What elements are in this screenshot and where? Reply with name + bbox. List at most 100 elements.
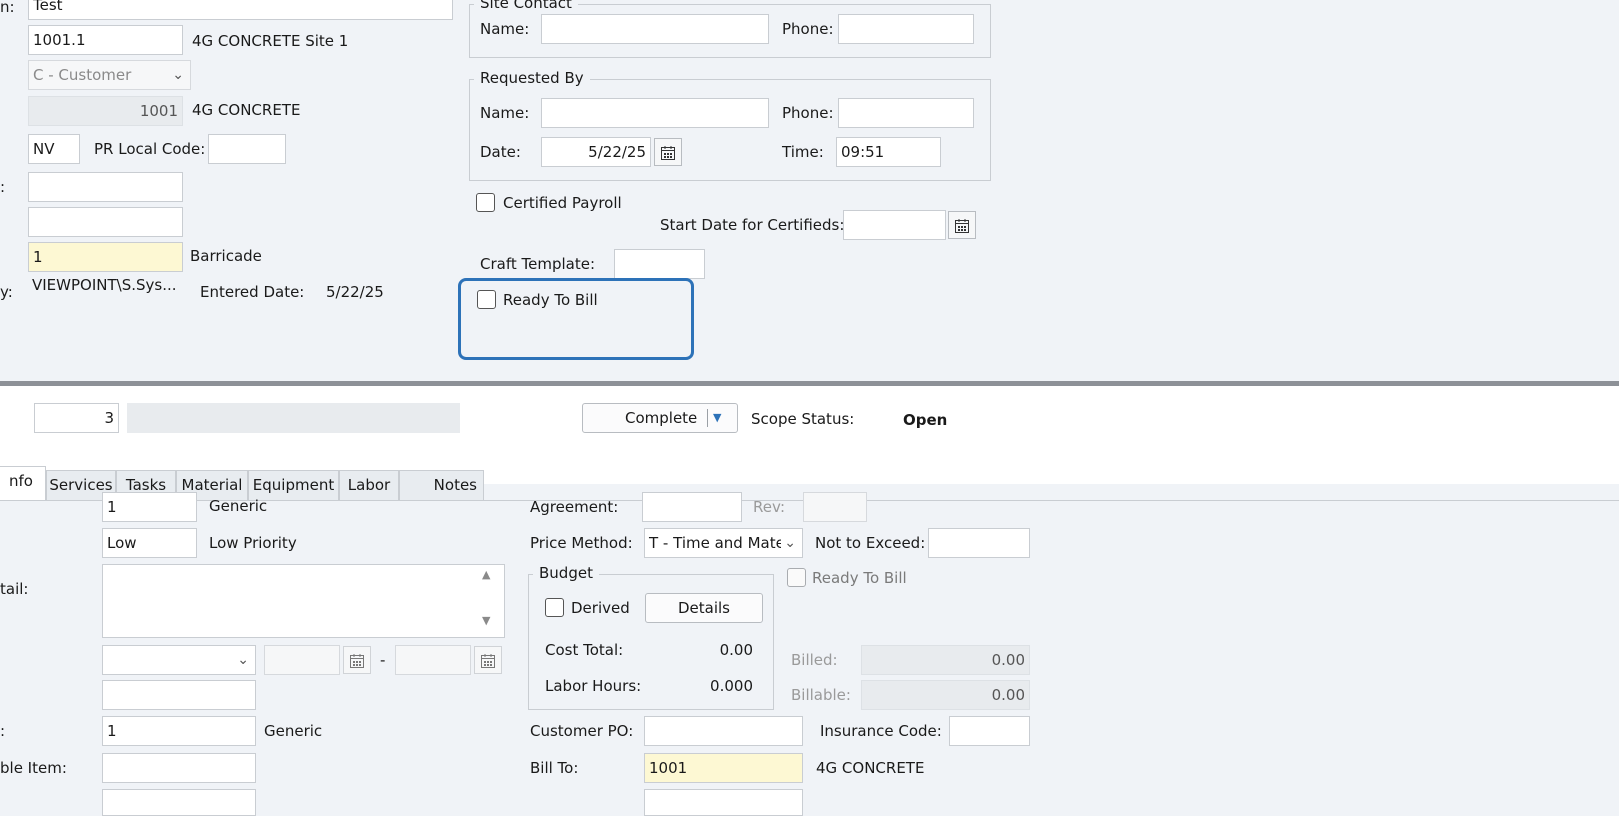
- calendar-icon[interactable]: [474, 646, 502, 674]
- rev-input[interactable]: [803, 492, 867, 522]
- craft-template-input[interactable]: [614, 249, 705, 279]
- certified-payroll-label: Certified Payroll: [503, 194, 622, 212]
- bill-to-input[interactable]: 1001: [644, 753, 803, 783]
- requested-by-name-label: Name:: [480, 104, 530, 122]
- division-input[interactable]: 1: [102, 716, 256, 746]
- customer-number-value: 1001: [139, 102, 178, 120]
- customer-po-label: Customer PO:: [530, 722, 634, 740]
- tab-equipment-label: Equipment: [252, 476, 335, 494]
- detail-label: tail:: [0, 580, 29, 598]
- customer-name: 4G CONCRETE: [192, 101, 301, 119]
- date-to-input[interactable]: [395, 645, 471, 675]
- state-value: NV: [33, 140, 55, 158]
- tab-notes[interactable]: Notes: [399, 470, 484, 500]
- requested-by-phone-input[interactable]: [838, 98, 974, 128]
- details-button[interactable]: Details: [645, 593, 763, 623]
- price-method-select[interactable]: T - Time and Mater ⌄: [644, 528, 803, 558]
- billable-label: Billable:: [791, 686, 851, 704]
- description-value: Test: [33, 0, 63, 14]
- priority-input[interactable]: Low: [102, 528, 197, 558]
- row6-input[interactable]: [28, 172, 183, 202]
- ready-to-bill-checkbox[interactable]: [477, 290, 496, 309]
- state-input[interactable]: NV: [28, 134, 80, 164]
- requested-by-name-input[interactable]: [541, 98, 769, 128]
- calendar-icon[interactable]: [948, 211, 976, 239]
- insurance-code-label: Insurance Code:: [820, 722, 942, 740]
- site-contact-phone-input[interactable]: [838, 14, 974, 44]
- site-contact-name-input[interactable]: [541, 14, 769, 44]
- call-type-name: Generic: [209, 497, 268, 515]
- agreement-input[interactable]: [642, 492, 742, 522]
- bill-to-name: 4G CONCRETE: [816, 759, 925, 777]
- chevron-down-icon: ⌄: [237, 652, 249, 668]
- scroll-down-icon[interactable]: ▼: [482, 614, 490, 627]
- scroll-up-icon[interactable]: ▲: [482, 568, 490, 581]
- equipment-name: Barricade: [190, 247, 262, 265]
- bill-to-value: 1001: [649, 759, 688, 777]
- chevron-down-icon: ⌄: [781, 529, 796, 557]
- call-type-input[interactable]: 1: [102, 492, 197, 522]
- division-label: :: [0, 722, 6, 740]
- complete-button-divider: [707, 409, 708, 427]
- tab-labor-label: Labor: [347, 476, 391, 494]
- requested-date-input[interactable]: 5/22/25: [541, 137, 651, 167]
- complete-button[interactable]: Complete ▼: [582, 403, 738, 433]
- price-method-value: T - Time and Mater: [649, 534, 791, 552]
- customer-type-value: C - Customer: [33, 66, 132, 84]
- scope-number-value: 3: [104, 409, 114, 427]
- ready-to-bill-label: Ready To Bill: [503, 291, 598, 309]
- requested-time-input[interactable]: 09:51: [836, 137, 941, 167]
- next-row-input-right[interactable]: [644, 789, 803, 816]
- certified-payroll-checkbox[interactable]: [476, 193, 495, 212]
- rev-label: Rev:: [753, 498, 786, 516]
- row5-input[interactable]: [102, 680, 256, 710]
- requested-date-value: 5/22/25: [588, 143, 646, 161]
- date-range-select[interactable]: ⌄: [102, 645, 256, 675]
- division-value: 1: [107, 722, 117, 740]
- tab-labor[interactable]: Labor: [339, 470, 399, 500]
- entered-by-value: VIEWPOINT\S.Sys...: [32, 276, 177, 294]
- start-date-certifieds-input[interactable]: [843, 210, 946, 240]
- billable-value: 0.00: [991, 686, 1025, 704]
- entered-by-label: y:: [0, 283, 13, 301]
- agreement-label: Agreement:: [530, 498, 619, 516]
- ready-to-bill-scope-checkbox[interactable]: [787, 568, 806, 587]
- details-button-label: Details: [677, 599, 730, 617]
- priority-value: Low: [107, 534, 137, 552]
- scope-number-input[interactable]: 3: [34, 403, 119, 433]
- cost-total-value: 0.00: [719, 641, 753, 659]
- price-method-label: Price Method:: [530, 534, 633, 552]
- caret-down-icon[interactable]: ▼: [713, 404, 721, 432]
- not-to-exceed-input[interactable]: [928, 528, 1030, 558]
- tab-info[interactable]: nfo: [0, 466, 46, 500]
- billed-field: 0.00: [861, 645, 1030, 675]
- requested-time-label: Time:: [782, 143, 824, 161]
- pr-local-code-input[interactable]: [208, 134, 286, 164]
- equipment-input[interactable]: 1: [28, 242, 183, 272]
- calendar-icon[interactable]: [343, 646, 371, 674]
- derived-checkbox[interactable]: [545, 598, 564, 617]
- description-input[interactable]: Test: [28, 0, 453, 20]
- detail-textarea[interactable]: [102, 564, 505, 638]
- customer-type-select[interactable]: C - Customer ⌄: [28, 60, 191, 90]
- ready-to-bill-scope-label: Ready To Bill: [812, 569, 907, 587]
- next-row-input[interactable]: [102, 789, 256, 816]
- billable-item-label: ble Item:: [0, 759, 67, 777]
- date-range-separator: -: [380, 651, 386, 669]
- not-to-exceed-label: Not to Exceed:: [815, 534, 926, 552]
- tab-notes-label: Notes: [433, 476, 477, 494]
- site-input[interactable]: 1001.1: [28, 25, 183, 55]
- tab-equipment[interactable]: Equipment: [248, 470, 339, 500]
- row6-label: :: [0, 178, 6, 196]
- insurance-code-input[interactable]: [949, 716, 1030, 746]
- calendar-icon[interactable]: [654, 138, 682, 166]
- start-date-certifieds-label: Start Date for Certifieds:: [660, 216, 845, 234]
- customer-number-field: 1001: [28, 96, 183, 126]
- row7-input[interactable]: [28, 207, 183, 237]
- billable-item-input[interactable]: [102, 753, 256, 783]
- date-from-input[interactable]: [264, 645, 340, 675]
- customer-po-input[interactable]: [644, 716, 803, 746]
- billed-value: 0.00: [991, 651, 1025, 669]
- requested-by-phone-label: Phone:: [782, 104, 834, 122]
- site-contact-title: Site Contact: [474, 0, 578, 12]
